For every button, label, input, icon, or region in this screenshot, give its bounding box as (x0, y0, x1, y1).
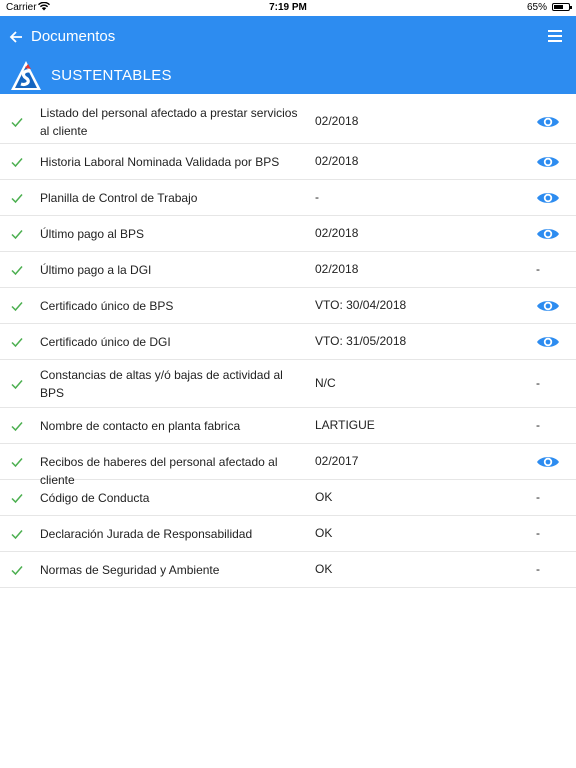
no-action-dash: - (536, 376, 540, 390)
no-action-dash: - (536, 490, 540, 504)
document-value: - (315, 190, 319, 204)
no-action-dash: - (536, 262, 540, 276)
no-action-dash: - (536, 418, 540, 432)
document-value: 02/2018 (315, 154, 359, 168)
document-row: Último pago a la DGI 02/2018 - (0, 252, 576, 288)
company-name: SUSTENTABLES (51, 67, 172, 84)
eye-icon[interactable] (536, 114, 560, 130)
eye-icon[interactable] (536, 298, 560, 314)
document-value: 02/2018 (315, 226, 359, 240)
check-icon (11, 422, 23, 432)
document-name: Normas de Seguridad y Ambiente (40, 563, 220, 577)
status-bar: Carrier 7:19 PM 65% (0, 0, 576, 16)
document-row: Declaración Jurada de Responsabilidad OK - (0, 516, 576, 552)
document-name: Código de Conducta (40, 491, 150, 505)
hamburger-menu-icon[interactable] (548, 29, 564, 43)
document-row: Constancias de altas y/ó bajas de activi… (0, 360, 576, 408)
document-row: Normas de Seguridad y Ambiente OK - (0, 552, 576, 588)
no-action-dash: - (536, 526, 540, 540)
eye-icon[interactable] (536, 154, 560, 170)
document-name: Nombre de contacto en planta fabrica (40, 419, 241, 433)
document-value: 02/2017 (315, 454, 359, 468)
document-name: Constancias de altas y/ó bajas de activi… (40, 368, 283, 400)
document-name: Último pago al BPS (40, 227, 145, 241)
check-icon (11, 266, 23, 276)
check-icon (11, 530, 23, 540)
document-name: Listado del personal afectado a prestar … (40, 106, 298, 138)
check-icon (11, 494, 23, 504)
document-value: 02/2018 (315, 262, 359, 276)
document-name: Último pago a la DGI (40, 263, 152, 277)
check-icon (11, 194, 23, 204)
document-row: Historia Laboral Nominada Validada por B… (0, 144, 576, 180)
document-name: Declaración Jurada de Responsabilidad (40, 527, 253, 541)
battery-icon (552, 3, 572, 11)
eye-icon[interactable] (536, 454, 560, 470)
check-icon (11, 118, 23, 128)
document-value: OK (315, 562, 333, 576)
document-value: VTO: 31/05/2018 (315, 334, 407, 348)
no-action-dash: - (536, 562, 540, 576)
document-row: Nombre de contacto en planta fabrica LART… (0, 408, 576, 444)
check-icon (11, 458, 23, 468)
document-value: VTO: 30/04/2018 (315, 298, 407, 312)
check-icon (11, 566, 23, 576)
arrow-left-icon[interactable] (2, 23, 30, 51)
check-icon (11, 230, 23, 240)
check-icon (11, 338, 23, 348)
document-name: Historia Laboral Nominada Validada por B… (40, 155, 280, 169)
sustentables-logo-icon (11, 61, 41, 90)
document-name: Planilla de Control de Trabajo (40, 191, 198, 205)
page-title: Documentos (31, 28, 116, 45)
document-row: Certificado único de DGI VTO: 31/05/2018 (0, 324, 576, 360)
document-name: Certificado único de DGI (40, 335, 171, 349)
document-row: Certificado único de BPS VTO: 30/04/2018 (0, 288, 576, 324)
app-bar: Documentos (0, 16, 576, 58)
document-value: LARTIGUE (315, 418, 375, 432)
eye-icon[interactable] (536, 334, 560, 350)
clock: 7:19 PM (269, 2, 307, 13)
check-icon (11, 158, 23, 168)
document-row: Recibos de haberes del personal afectado… (0, 444, 576, 487)
document-value: N/C (315, 376, 336, 390)
battery-percent: 65% (526, 2, 547, 13)
document-row: Último pago al BPS 02/2018 (0, 216, 576, 252)
document-value: OK (315, 490, 333, 504)
document-name: Certificado único de BPS (40, 299, 174, 313)
eye-icon[interactable] (536, 190, 560, 206)
check-icon (11, 380, 23, 390)
document-row: Planilla de Control de Trabajo - (0, 180, 576, 216)
document-row: Listado del personal afectado a prestar … (0, 100, 576, 144)
check-icon (11, 302, 23, 312)
document-row: Código de Conducta OK - (0, 480, 576, 516)
eye-icon[interactable] (536, 226, 560, 242)
document-value: 02/2018 (315, 114, 359, 128)
company-header: SUSTENTABLES (0, 58, 576, 94)
document-value: OK (315, 526, 333, 540)
